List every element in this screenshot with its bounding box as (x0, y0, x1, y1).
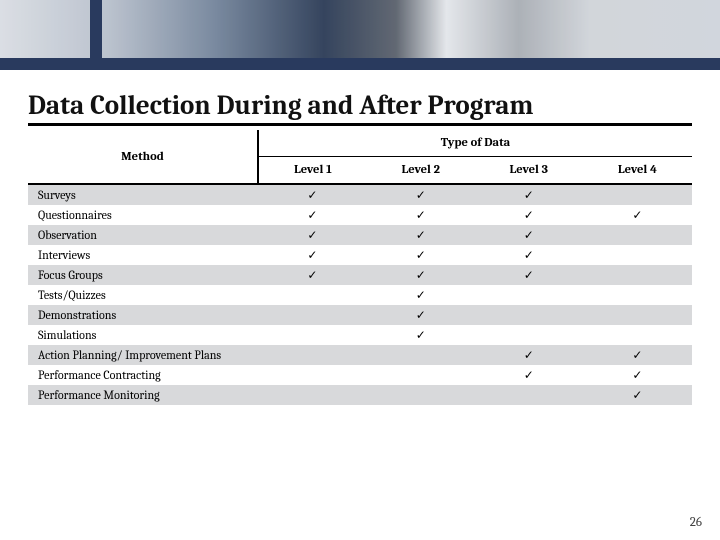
level-cell (475, 385, 583, 405)
method-cell: Performance Contracting (28, 365, 258, 385)
level-cell: ✓ (258, 245, 367, 265)
level-cell: ✓ (367, 184, 475, 205)
level-cell: ✓ (583, 205, 692, 225)
table-row: Interviews✓✓✓ (28, 245, 692, 265)
table-row: Demonstrations ✓ (28, 305, 692, 325)
col-level-4: Level 4 (583, 157, 692, 185)
level-cell: ✓ (583, 365, 692, 385)
level-cell (583, 285, 692, 305)
level-cell: ✓ (258, 265, 367, 285)
level-cell (583, 325, 692, 345)
level-cell: ✓ (475, 245, 583, 265)
level-cell: ✓ (475, 345, 583, 365)
level-cell: ✓ (367, 245, 475, 265)
table-row: Tests/Quizzes ✓ (28, 285, 692, 305)
level-cell: ✓ (583, 345, 692, 365)
col-level-2: Level 2 (367, 157, 475, 185)
level-cell (475, 285, 583, 305)
table-row: Focus Groups✓✓✓ (28, 265, 692, 285)
table-row: Action Planning/ Improvement Plans ✓✓ (28, 345, 692, 365)
header-banner (0, 0, 720, 70)
level-cell: ✓ (475, 225, 583, 245)
method-cell: Simulations (28, 325, 258, 345)
method-cell: Demonstrations (28, 305, 258, 325)
page-number: 26 (690, 515, 702, 530)
table-row: Observation✓✓✓ (28, 225, 692, 245)
page-title: Data Collection During and After Program (28, 90, 692, 121)
level-cell (258, 285, 367, 305)
level-cell (367, 385, 475, 405)
data-collection-table: Method Type of Data Level 1 Level 2 Leve… (28, 130, 692, 405)
table-row: Surveys✓✓✓ (28, 184, 692, 205)
level-cell (367, 345, 475, 365)
method-cell: Questionnaires (28, 205, 258, 225)
level-cell: ✓ (475, 265, 583, 285)
level-cell (583, 265, 692, 285)
level-cell (258, 365, 367, 385)
level-cell: ✓ (475, 184, 583, 205)
level-cell: ✓ (367, 225, 475, 245)
level-cell (367, 365, 475, 385)
level-cell: ✓ (258, 225, 367, 245)
level-cell (258, 325, 367, 345)
method-cell: Performance Monitoring (28, 385, 258, 405)
title-rule (28, 123, 692, 126)
level-cell (583, 225, 692, 245)
table-row: Performance Contracting ✓✓ (28, 365, 692, 385)
method-cell: Surveys (28, 184, 258, 205)
method-cell: Interviews (28, 245, 258, 265)
level-cell (258, 385, 367, 405)
level-cell: ✓ (367, 205, 475, 225)
level-cell: ✓ (475, 365, 583, 385)
level-cell (258, 345, 367, 365)
level-cell (583, 305, 692, 325)
level-cell: ✓ (367, 265, 475, 285)
method-cell: Tests/Quizzes (28, 285, 258, 305)
level-cell: ✓ (583, 385, 692, 405)
method-cell: Observation (28, 225, 258, 245)
level-cell (475, 325, 583, 345)
table-row: Performance Monitoring ✓ (28, 385, 692, 405)
level-cell: ✓ (258, 205, 367, 225)
level-cell (258, 305, 367, 325)
level-cell: ✓ (258, 184, 367, 205)
table-row: Questionnaires✓✓✓✓ (28, 205, 692, 225)
col-type: Type of Data (258, 130, 692, 157)
level-cell (583, 184, 692, 205)
table-row: Simulations ✓ (28, 325, 692, 345)
level-cell (475, 305, 583, 325)
col-level-3: Level 3 (475, 157, 583, 185)
method-cell: Focus Groups (28, 265, 258, 285)
method-cell: Action Planning/ Improvement Plans (28, 345, 258, 365)
level-cell: ✓ (475, 205, 583, 225)
level-cell: ✓ (367, 325, 475, 345)
col-level-1: Level 1 (258, 157, 367, 185)
level-cell: ✓ (367, 285, 475, 305)
col-method: Method (28, 130, 258, 184)
level-cell (583, 245, 692, 265)
level-cell: ✓ (367, 305, 475, 325)
